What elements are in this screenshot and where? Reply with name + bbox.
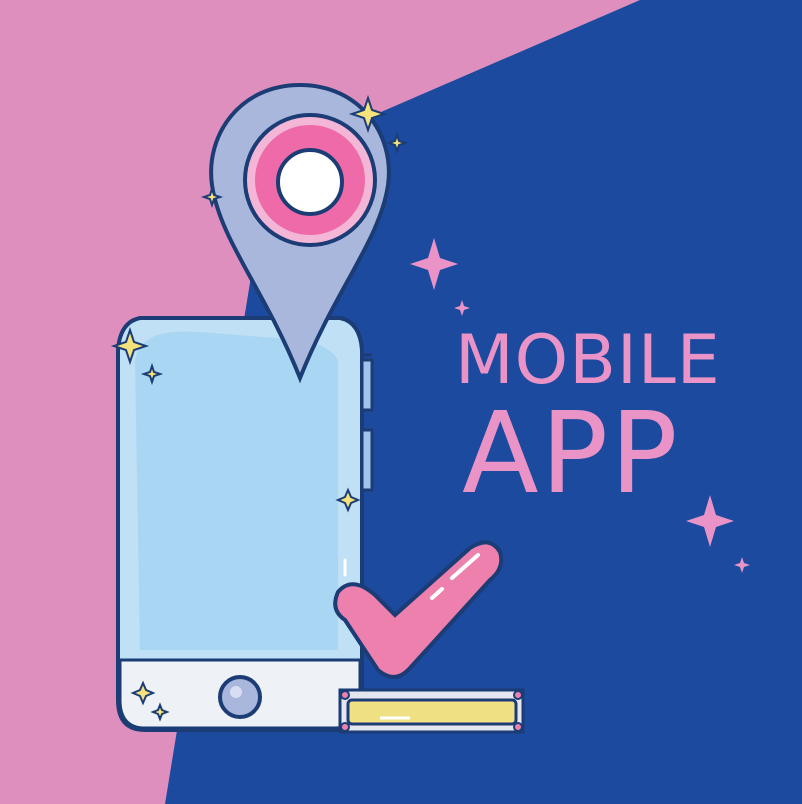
mobile-app-illustration: MOBILE APP (0, 0, 802, 804)
smartphone-icon (116, 316, 374, 732)
illustration-canvas: MOBILE APP (0, 0, 802, 804)
title-line-2: APP (462, 389, 680, 519)
home-button-icon (218, 675, 262, 719)
text-bar-icon (338, 688, 525, 734)
